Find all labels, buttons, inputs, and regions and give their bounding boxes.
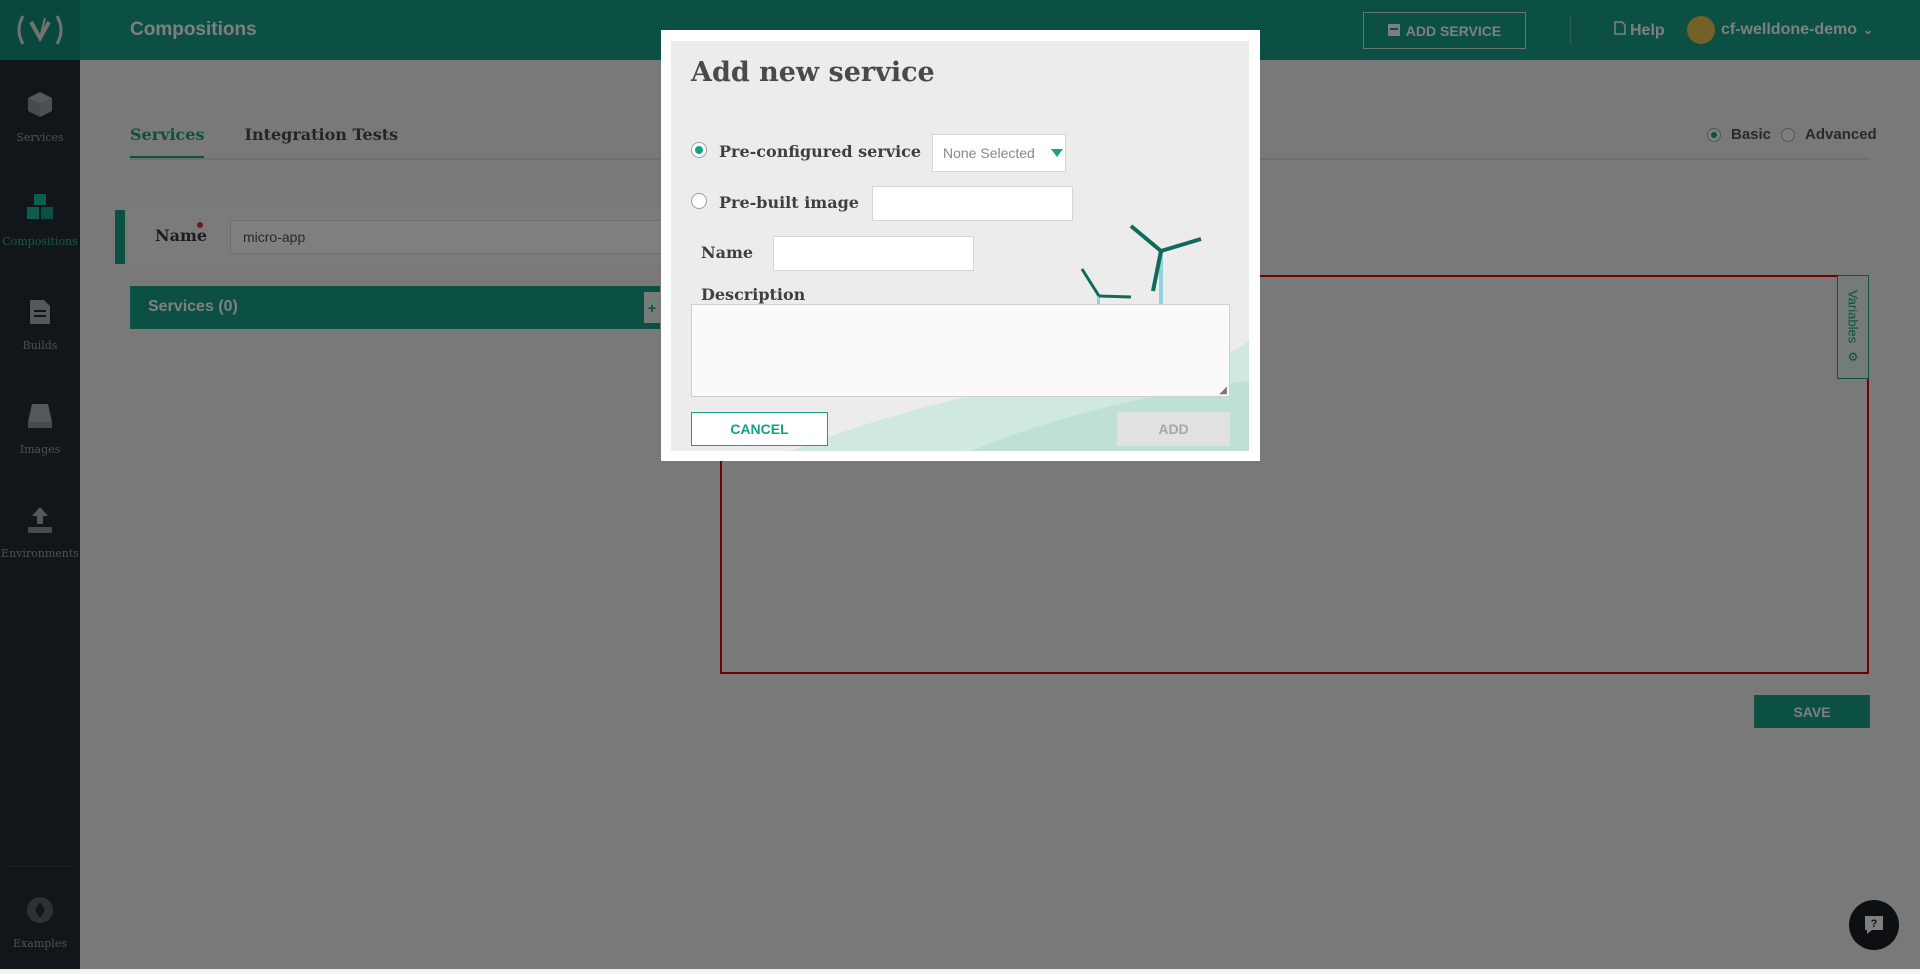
add-button[interactable]: ADD bbox=[1117, 412, 1230, 446]
name-field-label: Name bbox=[701, 243, 754, 262]
caret-down-icon bbox=[1050, 149, 1063, 157]
prebuilt-image-input[interactable] bbox=[872, 186, 1073, 221]
preconfigured-radio[interactable] bbox=[691, 142, 707, 158]
cancel-button[interactable]: CANCEL bbox=[691, 412, 828, 446]
description-label: Description bbox=[701, 285, 806, 304]
select-value: None Selected bbox=[943, 145, 1035, 161]
modal-title: Add new service bbox=[691, 57, 935, 88]
prebuilt-label: Pre-built image bbox=[719, 193, 859, 212]
service-name-input[interactable] bbox=[773, 236, 974, 271]
preconfigured-label: Pre-configured service bbox=[719, 142, 922, 161]
add-service-modal: Add new service Pre-configured service N… bbox=[671, 41, 1249, 451]
preconfigured-service-select[interactable]: None Selected bbox=[932, 134, 1066, 172]
resize-handle-icon[interactable]: ◢ bbox=[1219, 385, 1227, 396]
description-textarea[interactable]: ◢ bbox=[691, 304, 1230, 397]
prebuilt-radio[interactable] bbox=[691, 193, 707, 209]
